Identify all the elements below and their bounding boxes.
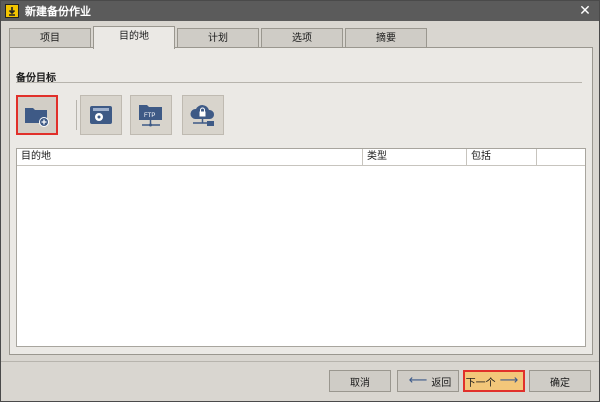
ftp-button[interactable]: FTP (130, 95, 172, 135)
next-button[interactable]: 下一个 ⟶ (463, 370, 525, 392)
tab-summary[interactable]: 摘要 (345, 28, 427, 48)
arrow-left-icon: ⟵ (408, 373, 428, 388)
tab-items[interactable]: 项目 (9, 28, 91, 48)
ftp-label: FTP (144, 113, 155, 119)
tab-schedule[interactable]: 计划 (177, 28, 259, 48)
cancel-button[interactable]: 取消 (329, 370, 391, 392)
column-header-empty (537, 149, 585, 165)
back-label: 返回 (431, 377, 452, 389)
ok-label: 确定 (550, 377, 570, 389)
list-header: 目的地 类型 包括 (17, 149, 585, 166)
close-icon[interactable]: ✕ (577, 3, 593, 19)
disk-drive-icon (90, 106, 112, 124)
ftp-folder-icon: FTP (139, 105, 162, 127)
footer-divider (1, 361, 599, 362)
arrow-right-icon: ⟶ (499, 373, 519, 388)
ok-button[interactable]: 确定 (529, 370, 591, 392)
column-header-destination[interactable]: 目的地 (17, 149, 363, 165)
disk-drive-button[interactable] (80, 95, 122, 135)
column-header-include[interactable]: 包括 (467, 149, 537, 165)
app-logo-icon (5, 4, 19, 18)
cloud-button[interactable] (182, 95, 224, 135)
cancel-label: 取消 (350, 377, 370, 389)
tab-bar: 项目 目的地 计划 选项 摘要 (9, 26, 593, 49)
next-label: 下一个 (465, 377, 496, 389)
title-bar: 新建备份作业 ✕ (1, 1, 599, 21)
cloud-lock-icon (190, 105, 215, 126)
column-header-type[interactable]: 类型 (363, 149, 467, 165)
local-folder-button[interactable] (16, 95, 58, 135)
back-button[interactable]: ⟵ 返回 (397, 370, 459, 392)
section-divider (16, 82, 582, 83)
toolbar-separator (76, 100, 77, 130)
tab-options[interactable]: 选项 (261, 28, 343, 48)
destination-list[interactable]: 目的地 类型 包括 (16, 148, 586, 347)
tab-destination[interactable]: 目的地 (93, 26, 175, 49)
folder-add-icon (25, 108, 49, 127)
destination-panel: 备份目标 FTP 目的地 类型 包括 (9, 47, 593, 355)
window-title: 新建备份作业 (25, 5, 91, 18)
backup-job-window: 新建备份作业 ✕ 项目 目的地 计划 选项 摘要 备份目标 FTP 目的地 类型… (0, 0, 600, 402)
